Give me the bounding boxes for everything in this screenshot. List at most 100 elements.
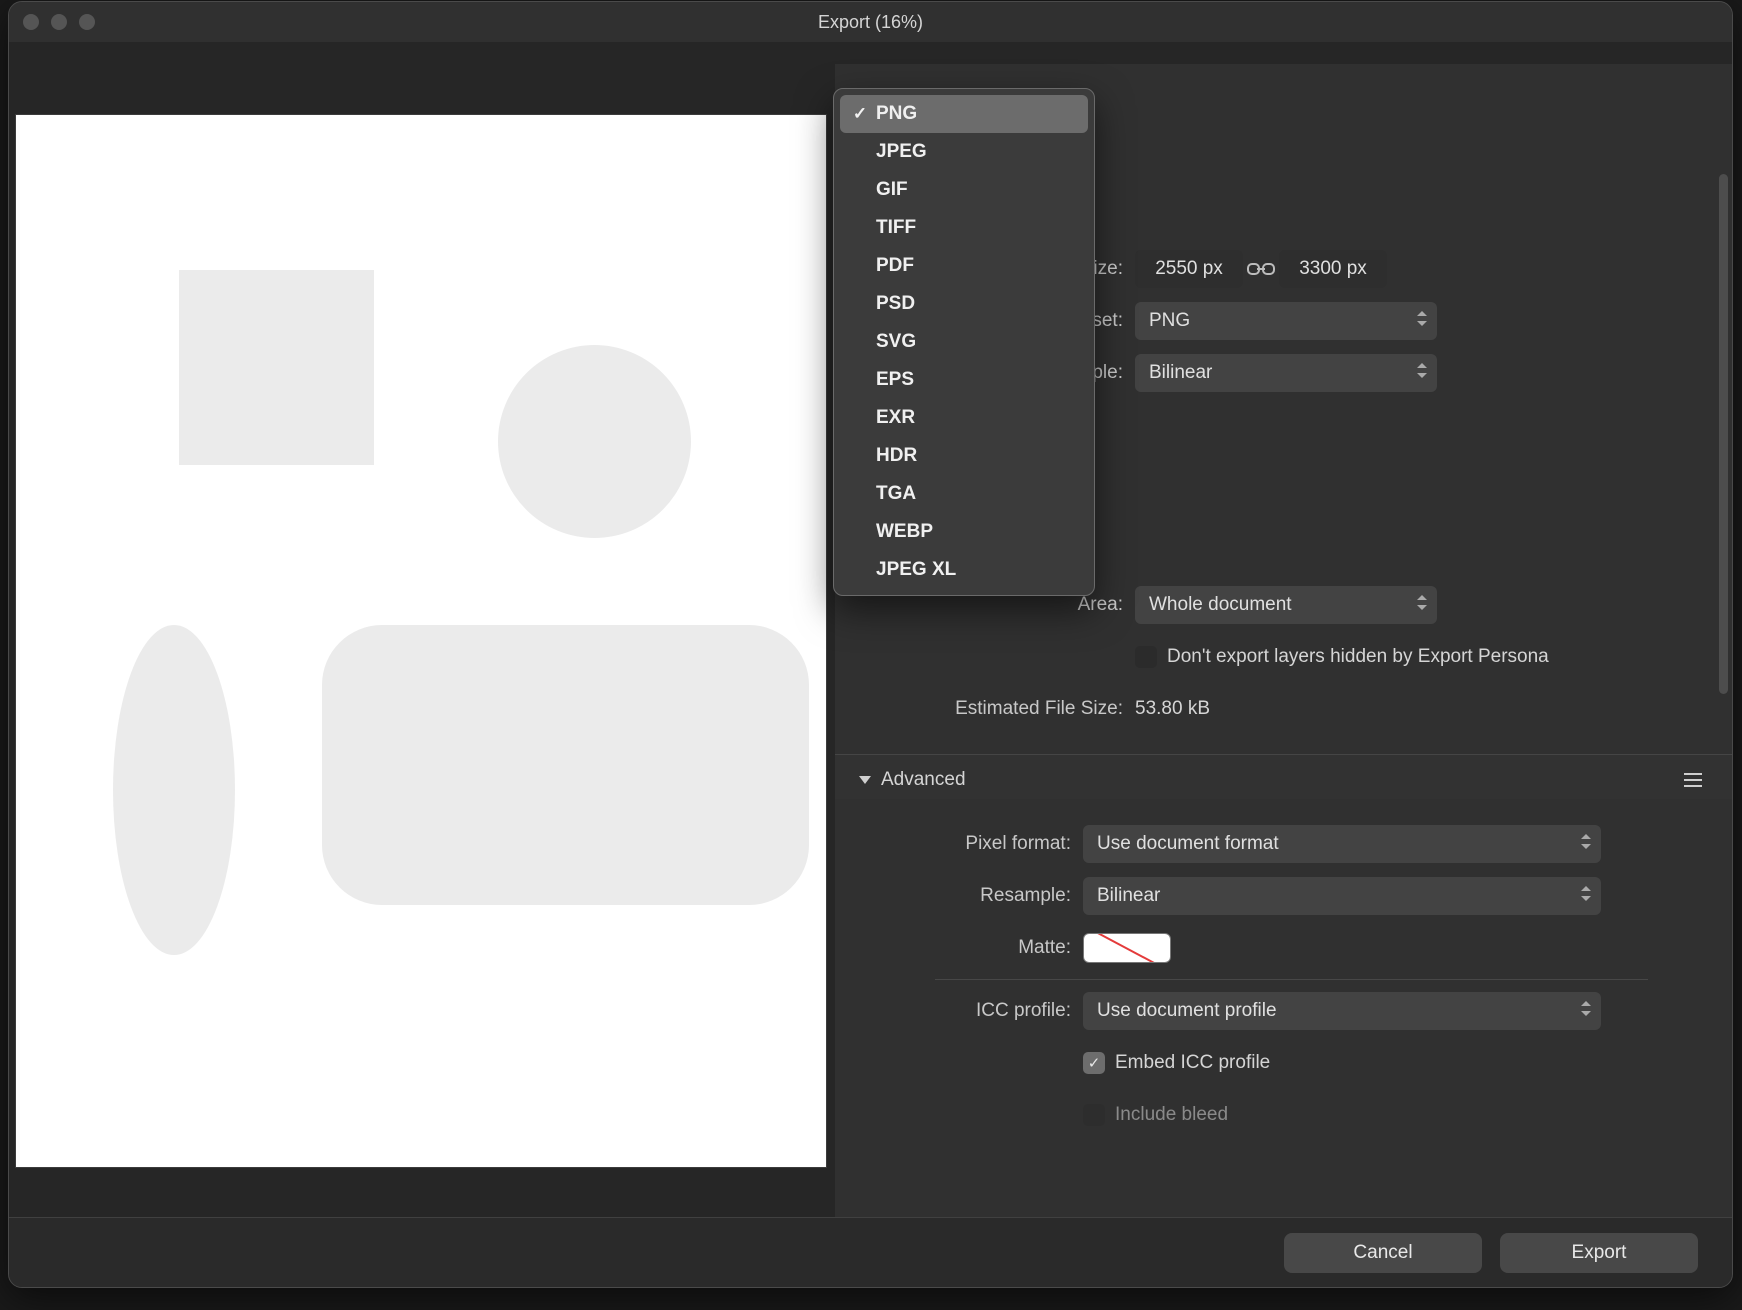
format-option-label: JPEG (876, 141, 927, 163)
format-option-label: TGA (876, 483, 916, 505)
link-dimensions-icon[interactable] (1243, 257, 1279, 281)
format-option-psd[interactable]: PSD (840, 285, 1088, 323)
estimated-value: 53.80 kB (1135, 698, 1210, 720)
stepper-icon (1417, 311, 1427, 326)
icc-row: ICC profile: Use document profile (835, 990, 1692, 1032)
format-option-label: PDF (876, 255, 914, 277)
toolbar-strip (9, 42, 1732, 64)
format-option-label: EXR (876, 407, 915, 429)
format-option-jpeg-xl[interactable]: JPEG XL (840, 551, 1088, 589)
include-bleed-label: Include bleed (1115, 1104, 1228, 1126)
height-input[interactable]: 3300 px (1279, 250, 1387, 288)
pixel-format-value: Use document format (1097, 833, 1279, 855)
estimated-label: Estimated File Size: (835, 698, 1135, 720)
stepper-icon (1417, 363, 1427, 378)
dont-export-row: Don't export layers hidden by Export Per… (835, 636, 1692, 678)
chain-icon (1247, 261, 1275, 277)
area-value: Whole document (1149, 594, 1292, 616)
stepper-icon (1581, 1001, 1591, 1016)
pixel-format-label: Pixel format: (835, 833, 1083, 855)
format-dropdown[interactable]: ✓ PNG JPEG GIF TIFF PDF PSD SVG EPS EXR HDR TGA WEBP… (833, 88, 1095, 596)
embed-icc-row: ✓ Embed ICC profile (835, 1042, 1692, 1084)
window-controls (23, 14, 95, 30)
area-label: Area: (835, 594, 1135, 616)
format-option-label: JPEG XL (876, 559, 956, 581)
stepper-icon (1417, 595, 1427, 610)
height-value: 3300 px (1299, 258, 1367, 280)
format-option-tiff[interactable]: TIFF (840, 209, 1088, 247)
format-option-exr[interactable]: EXR (840, 399, 1088, 437)
format-option-webp[interactable]: WEBP (840, 513, 1088, 551)
document-preview (15, 114, 827, 1168)
shape-circle (498, 345, 691, 538)
canvas-wrap (9, 64, 833, 1217)
divider (935, 979, 1648, 980)
include-bleed-checkbox[interactable] (1083, 1104, 1105, 1126)
format-option-tga[interactable]: TGA (840, 475, 1088, 513)
shape-square (179, 270, 374, 465)
window-close-icon[interactable] (23, 14, 39, 30)
titlebar: Export (16%) (9, 2, 1732, 42)
stepper-icon (1581, 834, 1591, 849)
estimated-row: Estimated File Size: 53.80 kB (835, 688, 1692, 730)
shape-ellipse (113, 625, 235, 955)
embed-icc-label: Embed ICC profile (1115, 1052, 1270, 1074)
resample-value: Bilinear (1097, 885, 1160, 907)
window-zoom-icon[interactable] (79, 14, 95, 30)
preview-pane (9, 64, 835, 1217)
dont-export-label: Don't export layers hidden by Export Per… (1167, 646, 1549, 668)
icc-label: ICC profile: (835, 1000, 1083, 1022)
cancel-label: Cancel (1353, 1242, 1412, 1264)
width-value: 2550 px (1155, 258, 1223, 280)
icc-value: Use document profile (1097, 1000, 1277, 1022)
preset-value: PNG (1149, 310, 1190, 332)
matte-row: Matte: (835, 927, 1692, 969)
format-option-label: TIFF (876, 217, 916, 239)
format-option-pdf[interactable]: PDF (840, 247, 1088, 285)
resample-select[interactable]: Bilinear (1083, 877, 1601, 915)
format-option-label: EPS (876, 369, 914, 391)
format-option-jpeg[interactable]: JPEG (840, 133, 1088, 171)
format-option-label: GIF (876, 179, 908, 201)
format-option-svg[interactable]: SVG (840, 323, 1088, 361)
pixel-format-select[interactable]: Use document format (1083, 825, 1601, 863)
matte-swatch[interactable] (1083, 933, 1171, 963)
format-option-label: WEBP (876, 521, 933, 543)
cancel-button[interactable]: Cancel (1284, 1233, 1482, 1273)
resample-basic-select[interactable]: Bilinear (1135, 354, 1437, 392)
advanced-section: Pixel format: Use document format Resamp… (835, 799, 1732, 1160)
window-title: Export (16%) (9, 2, 1732, 42)
stepper-icon (1581, 886, 1591, 901)
format-option-eps[interactable]: EPS (840, 361, 1088, 399)
matte-label: Matte: (835, 937, 1083, 959)
scrollbar[interactable] (1719, 174, 1728, 694)
format-option-png[interactable]: ✓ PNG (840, 95, 1088, 133)
menu-icon[interactable] (1684, 773, 1702, 787)
dont-export-checkbox[interactable] (1135, 646, 1157, 668)
format-option-gif[interactable]: GIF (840, 171, 1088, 209)
dialog-footer: Cancel Export (9, 1217, 1732, 1287)
export-button[interactable]: Export (1500, 1233, 1698, 1273)
format-option-label: HDR (876, 445, 917, 467)
resample-row: Resample: Bilinear (835, 875, 1692, 917)
pixel-format-row: Pixel format: Use document format (835, 823, 1692, 865)
icc-select[interactable]: Use document profile (1083, 992, 1601, 1030)
format-option-label: PNG (876, 103, 917, 125)
preset-select[interactable]: PNG (1135, 302, 1437, 340)
width-input[interactable]: 2550 px (1135, 250, 1243, 288)
chevron-down-icon (859, 776, 871, 784)
resample-label: Resample: (835, 885, 1083, 907)
format-option-label: PSD (876, 293, 915, 315)
embed-icc-checkbox[interactable]: ✓ (1083, 1052, 1105, 1074)
advanced-title: Advanced (881, 769, 966, 791)
include-bleed-row: Include bleed (835, 1094, 1692, 1136)
format-option-label: SVG (876, 331, 916, 353)
resample-basic-value: Bilinear (1149, 362, 1212, 384)
area-select[interactable]: Whole document (1135, 586, 1437, 624)
export-label: Export (1572, 1242, 1627, 1264)
advanced-header[interactable]: Advanced (835, 754, 1732, 799)
window-minimize-icon[interactable] (51, 14, 67, 30)
check-icon: ✓ (850, 104, 870, 124)
shape-rounded-rect (322, 625, 809, 905)
format-option-hdr[interactable]: HDR (840, 437, 1088, 475)
